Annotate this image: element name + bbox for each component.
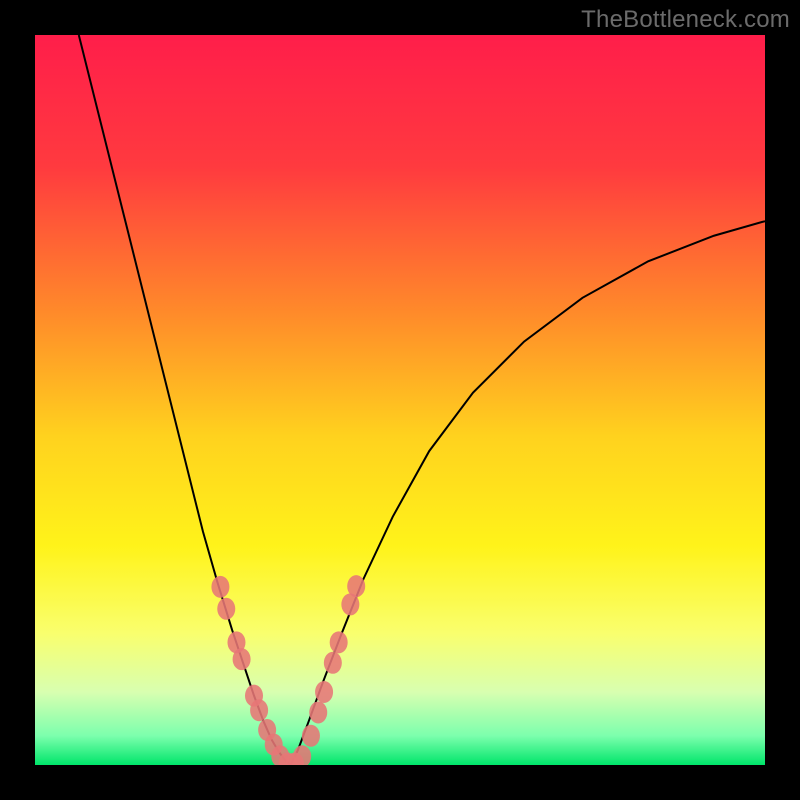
highlight-dot — [217, 598, 235, 620]
highlight-dot — [233, 648, 251, 670]
highlight-dot — [315, 681, 333, 703]
highlight-dot — [309, 701, 327, 723]
highlight-dot — [324, 652, 342, 674]
plot-area — [35, 35, 765, 765]
highlight-dot — [211, 576, 229, 598]
highlight-dot — [302, 725, 320, 747]
highlight-dot — [347, 575, 365, 597]
gradient-background — [35, 35, 765, 765]
plot-svg — [35, 35, 765, 765]
outer-frame: TheBottleneck.com — [0, 0, 800, 800]
highlight-dot — [250, 699, 268, 721]
highlight-dot — [330, 631, 348, 653]
watermark-text: TheBottleneck.com — [581, 6, 790, 34]
